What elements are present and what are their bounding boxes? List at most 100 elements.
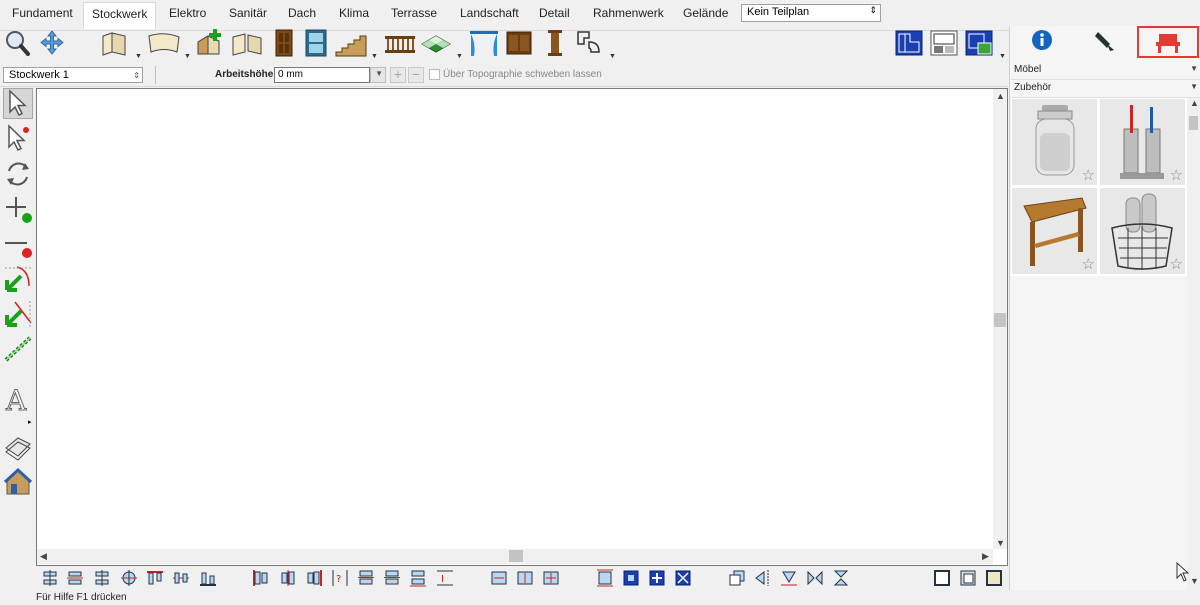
stairs-dropdown-icon[interactable]: ▼ [371,53,378,60]
increase-height-button[interactable]: + [390,67,406,83]
frame-fill-icon[interactable] [985,569,1003,587]
gallery-item[interactable]: ☆ [1011,98,1098,186]
scroll-left-icon[interactable]: ◀ [40,551,47,562]
align-top-edge-icon[interactable] [146,569,164,587]
storey-select[interactable]: Stockwerk 1 ⇕ [3,67,143,83]
decrease-height-button[interactable]: − [408,67,424,83]
align-hcenter-icon[interactable] [279,569,297,587]
stack-top-icon[interactable] [357,569,375,587]
favorite-star-icon[interactable]: ☆ [1082,257,1095,272]
column-icon[interactable] [541,28,569,58]
wall-dropdown-icon[interactable]: ▼ [135,53,142,60]
size-both-icon[interactable] [542,569,560,587]
resize-icon[interactable] [596,569,614,587]
shape-dropdown-icon[interactable]: ▼ [609,53,616,60]
stack-middle-icon[interactable] [383,569,401,587]
scroll-right-icon[interactable]: ▶ [982,551,989,562]
tab-rahmenwerk[interactable]: Rahmenwerk [593,6,664,20]
distribute-h-icon[interactable]: ? [331,569,349,587]
align-left-edge-icon[interactable] [252,569,270,587]
select-special-icon[interactable] [3,123,33,153]
align-middle-icon[interactable] [66,569,84,587]
curtain-icon[interactable] [468,28,500,58]
tab-stockwerk[interactable]: Stockwerk [83,2,157,29]
subcategory-select[interactable]: Zubehör ▼ [1011,80,1200,98]
curved-wall-dropdown-icon[interactable]: ▼ [184,53,191,60]
dimension-icon[interactable] [3,334,33,364]
height-input[interactable]: 0 mm [274,67,370,83]
size-width-icon[interactable] [490,569,508,587]
favorite-star-icon[interactable]: ☆ [1170,257,1183,272]
center-inside-icon[interactable] [622,569,640,587]
align-bottom-edge-icon[interactable] [199,569,217,587]
stairs-icon[interactable] [334,28,368,58]
trim-icon[interactable] [3,264,33,294]
bring-front-icon[interactable] [728,569,746,587]
distribute-v-icon[interactable]: I [436,569,454,587]
category-select[interactable]: Möbel ▼ [1011,62,1200,80]
zoom-icon[interactable] [3,28,31,58]
shape-icon[interactable] [575,28,603,58]
mirror-horizontal-icon[interactable] [806,569,824,587]
mirror-down-icon[interactable] [780,569,798,587]
tab-gelaende[interactable]: Gelände [683,6,728,20]
scroll-up-icon[interactable]: ▲ [996,91,1005,101]
info-icon[interactable] [1011,26,1073,58]
tab-furniture-library[interactable] [1137,26,1199,58]
house-icon[interactable] [3,467,33,497]
view-dropdown-icon[interactable]: ▼ [999,53,1006,60]
canvas-vertical-scrollbar[interactable]: ▲ ▼ [993,89,1007,549]
tab-landschaft[interactable]: Landschaft [460,6,519,20]
add-point-icon[interactable] [3,194,33,224]
text-icon[interactable]: A [3,384,33,414]
tab-sanitaer[interactable]: Sanitär [229,6,267,20]
select-arrow-icon[interactable] [3,88,33,118]
stack-bottom-icon[interactable] [409,569,427,587]
tab-klima[interactable]: Klima [339,6,369,20]
add-room-icon[interactable] [195,28,223,58]
remove-point-icon[interactable] [3,229,33,259]
window-icon[interactable] [302,28,330,58]
curved-wall-icon[interactable] [147,28,181,58]
floor-tile-icon[interactable] [420,28,452,58]
frame-outline-icon[interactable] [933,569,951,587]
mirror-vertical-icon[interactable] [832,569,850,587]
align-right-edge-icon[interactable] [305,569,323,587]
tab-detail[interactable]: Detail [539,6,570,20]
gallery-item[interactable]: ☆ [1011,187,1098,275]
align-center-icon[interactable] [120,569,138,587]
mirror-left-icon[interactable] [754,569,772,587]
drawing-canvas[interactable] [36,88,1008,566]
scroll-down-icon[interactable]: ▼ [1190,576,1199,586]
align-bottom-icon[interactable] [93,569,111,587]
library-scrollbar[interactable]: ▲ ▼ [1187,98,1200,590]
vertical-scroll-thumb[interactable] [994,313,1006,327]
cabinet-icon[interactable] [505,28,533,58]
door-icon[interactable] [270,28,298,58]
pan-icon[interactable] [38,28,66,58]
scroll-up-icon[interactable]: ▲ [1190,98,1199,108]
split-wall-icon[interactable] [231,28,263,58]
canvas-horizontal-scrollbar[interactable]: ◀ ▶ [37,549,993,564]
scroll-down-icon[interactable]: ▼ [996,538,1005,548]
tab-elektro[interactable]: Elektro [169,6,206,20]
railing-icon[interactable] [383,28,417,58]
size-height-icon[interactable] [516,569,534,587]
frame-copy-icon[interactable] [959,569,977,587]
tab-terrasse[interactable]: Terrasse [391,6,437,20]
tab-fundament[interactable]: Fundament [12,6,73,20]
rotate-icon[interactable] [3,159,33,189]
3d-view-icon[interactable] [964,28,994,58]
teilplan-select[interactable]: Kein Teilplan ⇕ [741,4,881,22]
extend-icon[interactable] [3,299,33,329]
floor-dropdown-icon[interactable]: ▼ [456,53,463,60]
gallery-item[interactable]: ☆ [1099,98,1186,186]
tab-dach[interactable]: Dach [288,6,316,20]
height-dropdown[interactable]: ▼ [370,67,386,83]
wall-icon[interactable] [100,28,128,58]
text-dropdown-icon[interactable]: ▸ [28,418,32,426]
align-vcenter-icon[interactable] [172,569,190,587]
favorite-star-icon[interactable]: ☆ [1170,168,1183,183]
pen-icon[interactable] [1074,26,1136,58]
align-top-icon[interactable] [41,569,59,587]
